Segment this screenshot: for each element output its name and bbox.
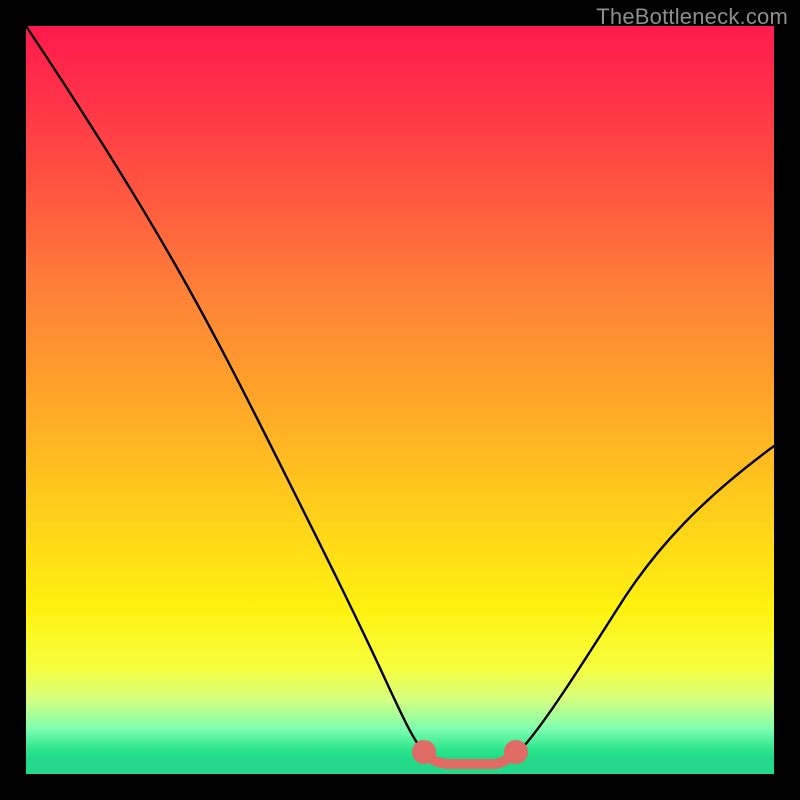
highlight-segment <box>417 745 523 764</box>
plot-area <box>26 26 774 774</box>
curve-layer <box>26 26 774 774</box>
bottleneck-curve <box>26 26 774 764</box>
chart-frame: TheBottleneck.com <box>0 0 800 800</box>
